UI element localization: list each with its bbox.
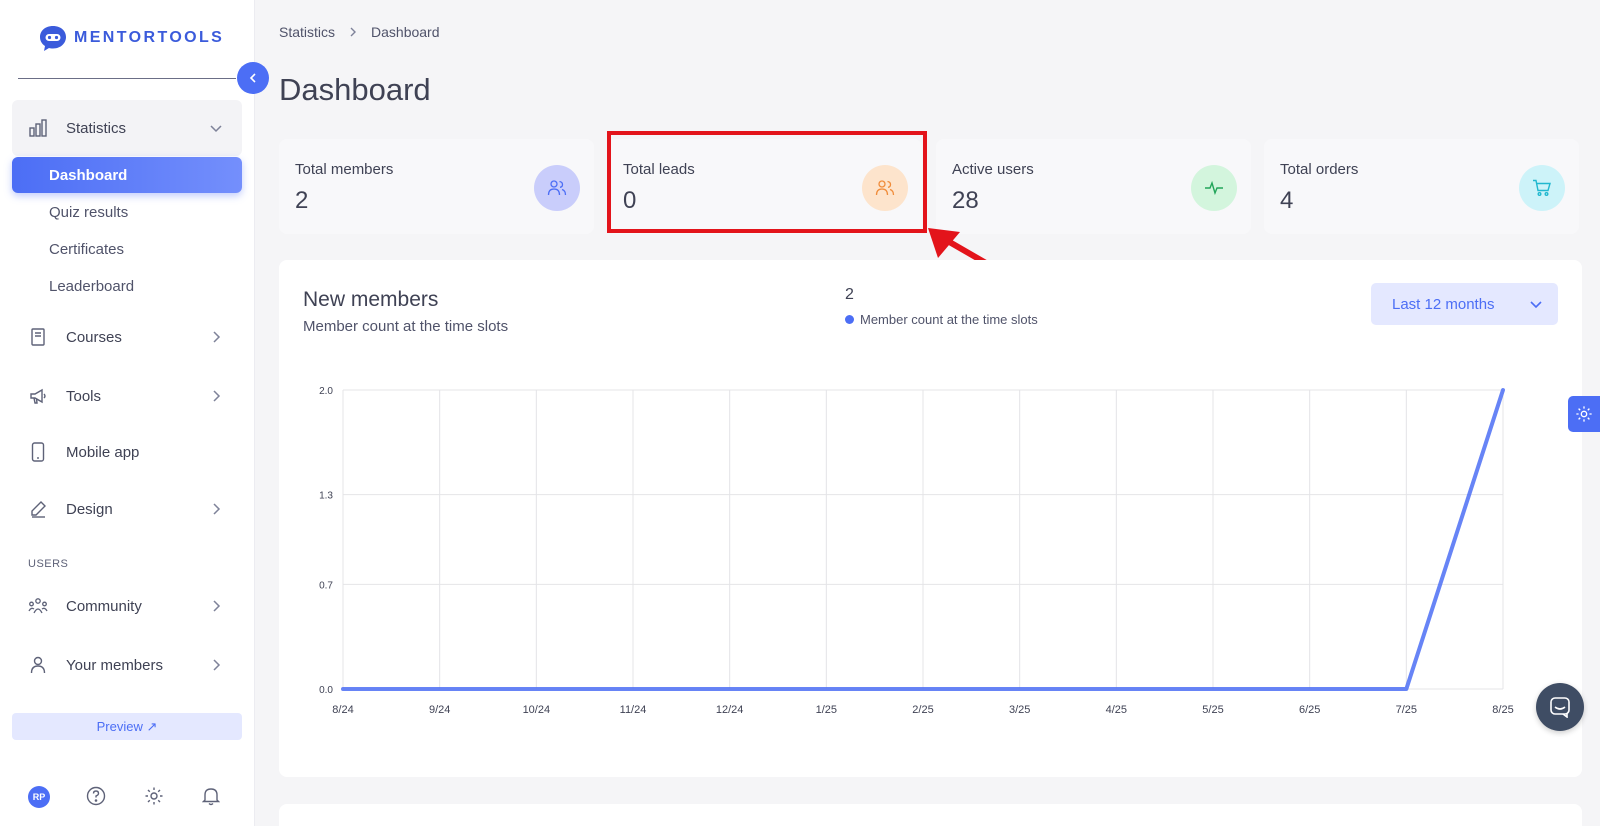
sidebar-item-your-members[interactable]: Your members [12, 645, 242, 685]
brand-name: MENTORTOOLS [74, 29, 225, 46]
users-icon [534, 165, 580, 211]
stat-label: Total leads [623, 161, 695, 178]
stat-label: Total orders [1280, 161, 1359, 178]
chevron-right-icon [213, 659, 221, 671]
chat-icon [1550, 697, 1570, 718]
mentor-logo-icon [40, 26, 66, 51]
sidebar-item-label: Tools [66, 387, 102, 405]
settings-tab[interactable] [1568, 396, 1600, 432]
sidebar-item-label: Design [66, 500, 113, 518]
stat-value: 2 [295, 187, 309, 214]
x-tick-label: 1/25 [816, 704, 837, 716]
stat-card-total-orders: Total orders 4 [1264, 139, 1579, 234]
breadcrumb: Statistics Dashboard [279, 24, 440, 40]
sidebar-item-label: Courses [66, 328, 122, 346]
chevron-right-icon [213, 390, 221, 402]
x-tick-label: 12/24 [716, 704, 744, 716]
secondary-card [279, 804, 1582, 826]
new-members-card: New members Member count at the time slo… [279, 260, 1582, 777]
pencil-icon [28, 499, 48, 519]
help-icon[interactable] [86, 786, 106, 806]
x-tick-label: 8/24 [332, 704, 353, 716]
gear-icon[interactable] [144, 786, 164, 806]
sidebar-footer: RP [28, 786, 228, 808]
chevron-left-icon [249, 73, 256, 83]
sidebar-item-label: Your members [66, 656, 163, 674]
y-tick-label: 0.0 [319, 685, 333, 696]
chevron-right-icon [213, 600, 221, 612]
sidebar-subitem-dashboard[interactable]: Dashboard [12, 157, 242, 193]
sidebar-subitem-quiz-results[interactable]: Quiz results [12, 194, 242, 230]
divider [18, 78, 236, 79]
chat-support-button[interactable] [1536, 683, 1584, 731]
sidebar-item-community[interactable]: Community [12, 586, 242, 626]
stat-label: Total members [295, 161, 394, 178]
chevron-right-icon [213, 331, 221, 343]
sidebar: MENTORTOOLS Statistics Dashboard Quiz re… [0, 0, 255, 826]
stat-card-active-users: Active users 28 [936, 139, 1251, 234]
preview-button[interactable]: Preview ↗ [12, 713, 242, 740]
x-tick-label: 11/24 [620, 704, 647, 716]
x-tick-label: 2/25 [912, 704, 933, 716]
activity-icon [1191, 165, 1237, 211]
sidebar-subitem-leaderboard[interactable]: Leaderboard [12, 268, 242, 304]
x-tick-label: 9/24 [429, 704, 450, 716]
stat-card-total-leads: Total leads 0 [607, 139, 922, 234]
x-tick-label: 6/25 [1299, 704, 1320, 716]
y-tick-label: 1.3 [319, 491, 333, 502]
avatar[interactable]: RP [28, 786, 50, 808]
sidebar-item-design[interactable]: Design [12, 489, 242, 529]
megaphone-icon [28, 386, 48, 406]
book-icon [28, 327, 48, 347]
breadcrumb-current: Dashboard [371, 24, 440, 40]
users-icon [862, 165, 908, 211]
collapse-sidebar-button[interactable] [237, 62, 269, 94]
stat-label: Active users [952, 161, 1034, 178]
x-tick-label: 5/25 [1202, 704, 1223, 716]
page-title: Dashboard [279, 72, 431, 107]
bar-chart-icon [28, 118, 48, 138]
chevron-right-icon [213, 503, 221, 515]
sidebar-item-statistics[interactable]: Statistics [12, 108, 242, 148]
community-icon [28, 596, 48, 616]
x-tick-label: 3/25 [1009, 704, 1030, 716]
x-tick-label: 10/24 [523, 704, 551, 716]
x-tick-label: 4/25 [1106, 704, 1127, 716]
mobile-icon [28, 442, 48, 462]
x-tick-label: 7/25 [1396, 704, 1417, 716]
chevron-down-icon [210, 125, 222, 133]
brand-logo[interactable]: MENTORTOOLS [38, 24, 224, 52]
section-label-users: USERS [28, 558, 69, 570]
stat-value: 0 [623, 187, 637, 214]
gear-icon [1576, 406, 1592, 422]
sidebar-item-mobile-app[interactable]: Mobile app [12, 432, 242, 472]
sidebar-item-label: Statistics [66, 119, 127, 137]
user-icon [28, 655, 48, 675]
sidebar-subitem-certificates[interactable]: Certificates [12, 231, 242, 267]
x-tick-label: 8/25 [1492, 704, 1513, 716]
breadcrumb-parent[interactable]: Statistics [279, 24, 335, 40]
stat-value: 28 [952, 187, 979, 214]
stat-value: 4 [1280, 187, 1294, 214]
sidebar-item-label: Community [66, 597, 142, 615]
y-tick-label: 0.7 [319, 580, 333, 591]
y-tick-label: 2.0 [319, 386, 333, 397]
cart-icon [1519, 165, 1565, 211]
sidebar-item-tools[interactable]: Tools [12, 376, 242, 416]
chevron-right-icon [350, 27, 357, 37]
stat-card-total-members: Total members 2 [279, 139, 594, 234]
bell-icon[interactable] [202, 786, 220, 806]
line-chart: 0.0 0.7 1.3 2.0 8/24 9/24 10/24 11/24 12/24 1/25 2… [319, 386, 1514, 716]
sidebar-item-courses[interactable]: Courses [12, 317, 242, 357]
sidebar-item-label: Mobile app [66, 443, 140, 461]
